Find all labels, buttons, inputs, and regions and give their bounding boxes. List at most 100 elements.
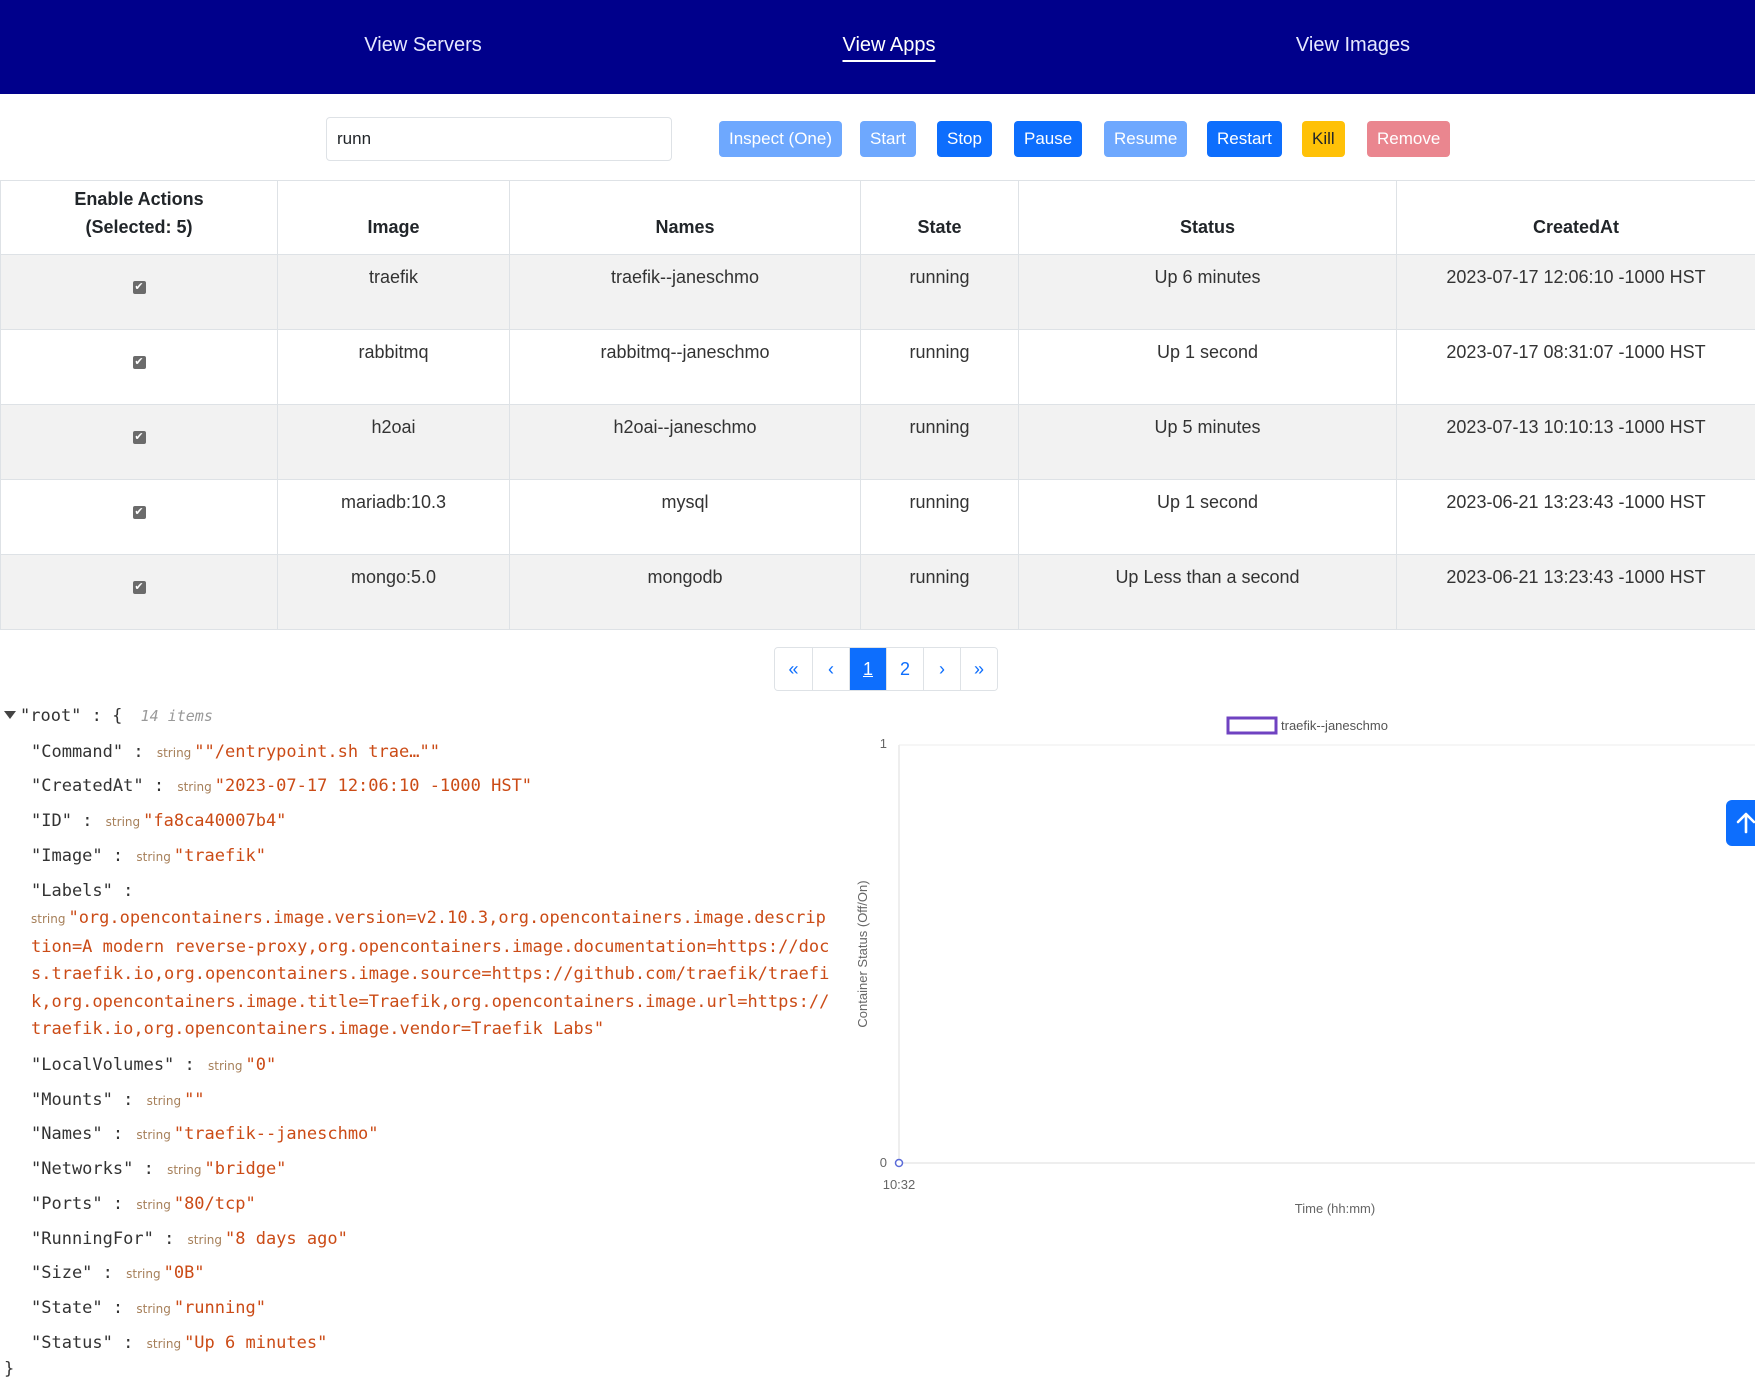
table-row[interactable]: ✔ mongo:5.0 mongodb running Up Less than… xyxy=(0,554,1755,630)
row-checkbox[interactable]: ✔ xyxy=(132,431,146,444)
header-image[interactable]: Image xyxy=(277,180,510,255)
json-value: "fa8ca40007b4" xyxy=(143,811,287,831)
page-2-button[interactable]: 2 xyxy=(886,648,923,690)
json-entry: "Image" : string "traefik" xyxy=(31,846,266,866)
cell-names: mysql xyxy=(509,479,861,555)
json-entry: "CreatedAt" : string "2023-07-17 12:06:10… xyxy=(31,776,533,796)
first-page-button[interactable]: « xyxy=(775,648,812,690)
scroll-to-top-button[interactable] xyxy=(1726,800,1755,846)
next-page-button[interactable]: › xyxy=(923,648,960,690)
cell-state: running xyxy=(860,404,1019,480)
json-key: "Networks" xyxy=(31,1159,134,1179)
json-key: "Image" xyxy=(31,846,103,866)
pause-button[interactable]: Pause xyxy=(1014,121,1083,157)
cell-image: traefik xyxy=(277,254,510,330)
pagination: « ‹ 1 2 › » xyxy=(774,647,998,691)
row-checkbox[interactable]: ✔ xyxy=(132,506,146,519)
cell-status: Up 5 minutes xyxy=(1018,404,1397,480)
json-key: "RunningFor" xyxy=(31,1229,154,1249)
json-root-key: "root" xyxy=(20,706,82,726)
row-select-cell: ✔ xyxy=(0,329,278,405)
start-button[interactable]: Start xyxy=(860,121,916,157)
page-1-button[interactable]: 1 xyxy=(849,648,886,690)
nav-view-apps[interactable]: View Apps xyxy=(842,34,936,62)
last-page-button[interactable]: » xyxy=(960,648,997,690)
cell-image: rabbitmq xyxy=(277,329,510,405)
legend-label[interactable]: traefik--janeschmo xyxy=(1281,718,1388,733)
table-row[interactable]: ✔ h2oai h2oai--janeschmo running Up 5 mi… xyxy=(0,404,1755,480)
json-key: "ID" xyxy=(31,811,72,831)
header-names[interactable]: Names xyxy=(509,180,861,255)
table-row[interactable]: ✔ traefik traefik--janeschmo running Up … xyxy=(0,254,1755,330)
json-key: "Mounts" xyxy=(31,1090,113,1110)
cell-image: mariadb:10.3 xyxy=(277,479,510,555)
row-checkbox[interactable]: ✔ xyxy=(132,356,146,369)
json-value: "0" xyxy=(245,1055,277,1075)
json-key: "LocalVolumes" xyxy=(31,1055,175,1075)
json-value: "0B" xyxy=(163,1263,205,1283)
header-selected-count: (Selected: 5) xyxy=(85,217,193,237)
json-entry: "Status" : string "Up 6 minutes" xyxy=(31,1333,328,1353)
json-type: string xyxy=(136,1198,171,1212)
json-entry: "Networks" : string "bridge" xyxy=(31,1159,287,1179)
json-type: string xyxy=(177,780,212,794)
prev-page-button[interactable]: ‹ xyxy=(812,648,849,690)
json-key: "Ports" xyxy=(31,1194,103,1214)
table-row[interactable]: ✔ rabbitmq rabbitmq--janeschmo running U… xyxy=(0,329,1755,405)
json-type: string xyxy=(136,1128,171,1142)
header-enable-actions[interactable]: Enable Actions (Selected: 5) xyxy=(0,180,278,255)
row-checkbox[interactable]: ✔ xyxy=(132,281,146,294)
json-key: "Names" xyxy=(31,1124,103,1144)
stop-button[interactable]: Stop xyxy=(937,121,992,157)
json-entry: "LocalVolumes" : string "0" xyxy=(31,1055,277,1075)
y-tick-label: 0 xyxy=(880,1155,887,1170)
json-type: string xyxy=(136,850,171,864)
row-select-cell: ✔ xyxy=(0,404,278,480)
nav-view-servers[interactable]: View Servers xyxy=(364,34,481,57)
json-closing-brace: } xyxy=(4,1359,15,1379)
search-input[interactable] xyxy=(326,117,672,161)
arrow-up-icon xyxy=(1736,812,1755,834)
collapse-triangle-icon[interactable] xyxy=(4,711,16,719)
json-entry-labels-value: string "org.opencontainers.image.version=… xyxy=(31,905,831,1044)
cell-created-at: 2023-06-21 13:23:43 -1000 HST xyxy=(1396,479,1755,555)
y-tick-label: 1 xyxy=(880,736,887,751)
json-value: "bridge" xyxy=(204,1159,287,1179)
json-root-line[interactable]: "root" : { 14 items xyxy=(4,706,213,726)
cell-state: running xyxy=(860,479,1019,555)
json-value: "traefik" xyxy=(173,846,266,866)
header-status[interactable]: Status xyxy=(1018,180,1397,255)
data-point[interactable] xyxy=(894,1158,904,1168)
json-entry: "Command" : string ""/entrypoint.sh trae…… xyxy=(31,742,440,762)
json-type: string xyxy=(105,815,141,829)
cell-created-at: 2023-07-17 08:31:07 -1000 HST xyxy=(1396,329,1755,405)
json-entry: "Mounts" : string "" xyxy=(31,1090,205,1110)
kill-button[interactable]: Kill xyxy=(1302,121,1345,157)
row-checkbox[interactable]: ✔ xyxy=(132,581,146,594)
nav-view-images[interactable]: View Images xyxy=(1296,34,1410,57)
restart-button[interactable]: Restart xyxy=(1207,121,1282,157)
json-type: string xyxy=(136,1302,171,1316)
remove-button[interactable]: Remove xyxy=(1367,121,1451,157)
cell-state: running xyxy=(860,329,1019,405)
header-state[interactable]: State xyxy=(860,180,1019,255)
json-entry: "Labels" : xyxy=(31,881,134,901)
json-type: string xyxy=(208,1059,243,1073)
resume-button[interactable]: Resume xyxy=(1104,121,1188,157)
header-created-at[interactable]: CreatedAt xyxy=(1396,180,1755,255)
json-entry: "State" : string "running" xyxy=(31,1298,266,1318)
top-navbar: View Servers View Apps View Images xyxy=(0,0,1755,94)
table-row[interactable]: ✔ mariadb:10.3 mysql running Up 1 second… xyxy=(0,479,1755,555)
inspect-button[interactable]: Inspect (One) xyxy=(719,121,842,157)
header-enable-actions-label: Enable Actions xyxy=(74,189,204,209)
cell-image: h2oai xyxy=(277,404,510,480)
json-value: "Up 6 minutes" xyxy=(184,1333,328,1353)
json-key: "State" xyxy=(31,1298,103,1318)
series-layer xyxy=(894,1158,904,1168)
legend-swatch[interactable] xyxy=(1226,716,1278,735)
json-type: string xyxy=(156,746,192,760)
json-type: string xyxy=(187,1233,222,1247)
json-type: string xyxy=(31,912,66,926)
row-select-cell: ✔ xyxy=(0,254,278,330)
cell-state: running xyxy=(860,554,1019,630)
